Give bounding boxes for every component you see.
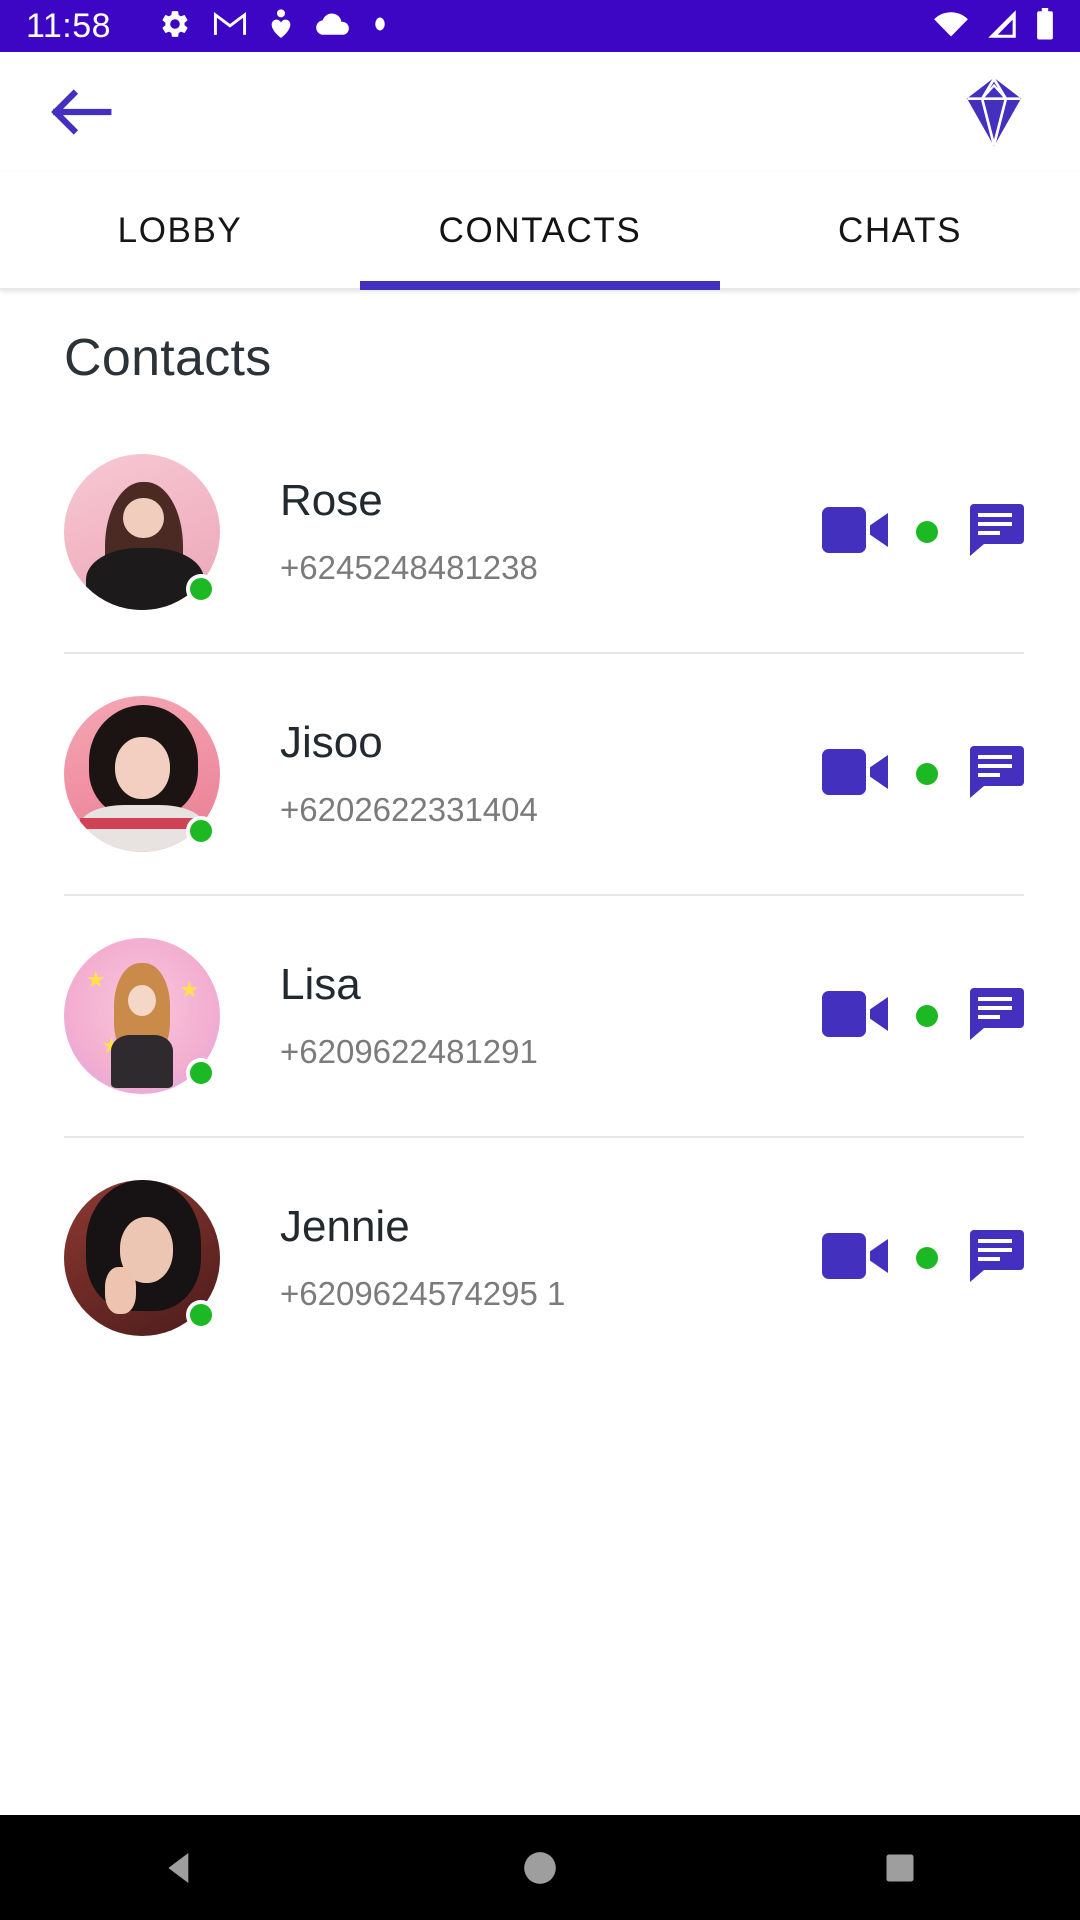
- contact-actions: [822, 1229, 1024, 1287]
- contact-name: Rose: [280, 475, 383, 525]
- nav-home-button[interactable]: [480, 1815, 600, 1920]
- tab-active-indicator: [360, 281, 720, 290]
- video-call-button[interactable]: [822, 1232, 888, 1284]
- contact-info: Lisa +6209622481291: [220, 959, 822, 1071]
- nav-back-button[interactable]: [120, 1815, 240, 1920]
- nav-recents-button[interactable]: [840, 1815, 960, 1920]
- tab-lobby[interactable]: LOBBY: [0, 172, 360, 290]
- chat-bubble-icon: [970, 745, 1024, 798]
- nav-recents-square-icon: [886, 1854, 914, 1881]
- chat-button[interactable]: [966, 745, 1024, 803]
- nav-home-circle-icon: [524, 1851, 556, 1884]
- chat-bubble-icon: [970, 987, 1024, 1040]
- contact-name: Lisa: [280, 959, 361, 1009]
- video-call-button[interactable]: [822, 506, 888, 558]
- chat-button[interactable]: [966, 987, 1024, 1045]
- online-dot-icon: [916, 1005, 938, 1027]
- back-arrow-icon: [51, 89, 112, 135]
- heart-person-icon: [269, 8, 293, 45]
- battery-icon: [1034, 7, 1056, 45]
- status-bar-clock: 11:58: [26, 7, 112, 45]
- online-dot-icon: [916, 1247, 938, 1269]
- android-nav-bar: [0, 1815, 1080, 1920]
- contact-phone: +6209622481291: [280, 1033, 538, 1071]
- cloud-icon: [315, 11, 351, 42]
- contact-list: Rose +6245248481238 Jisoo +6202622331404…: [0, 412, 1080, 1378]
- video-call-icon: [822, 1232, 888, 1279]
- chat-button[interactable]: [966, 503, 1024, 561]
- contact-info: Rose +6245248481238: [220, 475, 822, 587]
- online-dot-icon: [916, 521, 938, 543]
- contact-actions: [822, 745, 1024, 803]
- avatar[interactable]: [64, 1180, 220, 1336]
- contacts-page: Contacts Rose +6245248481238 Jisoo +6202…: [0, 290, 1080, 1378]
- back-button[interactable]: [46, 77, 116, 147]
- contact-info: Jennie +6209624574295 1: [220, 1201, 822, 1313]
- contact-actions: [822, 503, 1024, 561]
- avatar[interactable]: [64, 454, 220, 610]
- contact-name: Jennie: [280, 1201, 410, 1251]
- diamond-gem-icon: [967, 76, 1021, 147]
- gmail-icon: [213, 10, 247, 43]
- contact-phone: +6209624574295 1: [280, 1275, 566, 1313]
- chat-bubble-icon: [970, 503, 1024, 556]
- tab-bar: LOBBY CONTACTS CHATS: [0, 172, 1080, 290]
- online-dot-icon: [186, 574, 216, 604]
- status-bar-left: 11:58: [26, 8, 387, 45]
- online-dot-icon: [916, 763, 938, 785]
- tab-chats[interactable]: CHATS: [720, 172, 1080, 290]
- contact-row[interactable]: Jisoo +6202622331404: [0, 654, 1080, 894]
- chat-bubble-icon: [970, 1229, 1024, 1282]
- gear-icon: [159, 8, 191, 45]
- video-call-button[interactable]: [822, 748, 888, 800]
- video-call-icon: [822, 990, 888, 1037]
- chat-button[interactable]: [966, 1229, 1024, 1287]
- online-dot-icon: [186, 1058, 216, 1088]
- avatar[interactable]: [64, 696, 220, 852]
- video-call-button[interactable]: [822, 990, 888, 1042]
- contact-actions: [822, 987, 1024, 1045]
- contact-row[interactable]: Jennie +6209624574295 1: [0, 1138, 1080, 1378]
- page-title: Contacts: [64, 329, 272, 387]
- status-bar-right: [932, 0, 1056, 52]
- status-bar: 11:58: [0, 0, 1080, 52]
- wifi-icon: [932, 9, 970, 44]
- contact-info: Jisoo +6202622331404: [220, 717, 822, 829]
- online-dot-icon: [186, 1300, 216, 1330]
- app-bar: [0, 52, 1080, 172]
- contact-phone: +6245248481238: [280, 549, 538, 587]
- app-logo-button[interactable]: [954, 72, 1034, 152]
- video-call-icon: [822, 748, 888, 795]
- tab-contacts[interactable]: CONTACTS: [360, 172, 720, 290]
- contact-name: Jisoo: [280, 717, 383, 767]
- dot-icon: [373, 14, 387, 39]
- online-dot-icon: [186, 816, 216, 846]
- list-clip-mask: [0, 1468, 1080, 1815]
- video-call-icon: [822, 506, 888, 553]
- cellular-signal-icon: [984, 9, 1020, 44]
- contact-row[interactable]: Rose +6245248481238: [0, 412, 1080, 652]
- contact-row[interactable]: ★ ★ ★ Lisa +6209622481291: [0, 896, 1080, 1136]
- avatar[interactable]: ★ ★ ★: [64, 938, 220, 1094]
- nav-back-triangle-icon: [168, 1852, 189, 1883]
- contact-phone: +6202622331404: [280, 791, 538, 829]
